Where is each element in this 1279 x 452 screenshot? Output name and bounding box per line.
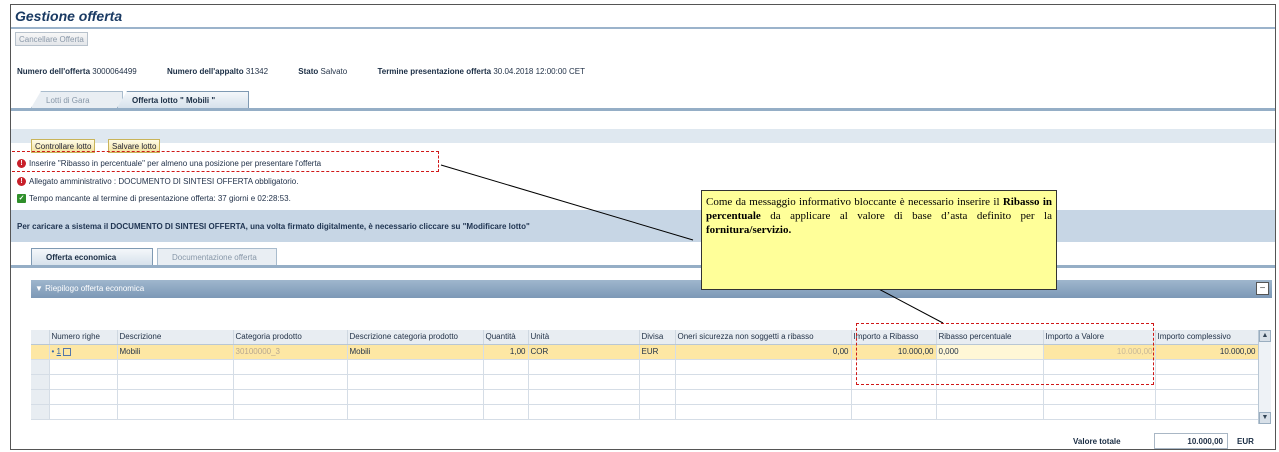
callout-pointer-lines <box>440 164 944 324</box>
instruction-callout: Come da messaggio informativo bloccante … <box>701 190 1057 290</box>
app-window: Gestione offerta Cancellare Offerta Nume… <box>10 4 1276 450</box>
